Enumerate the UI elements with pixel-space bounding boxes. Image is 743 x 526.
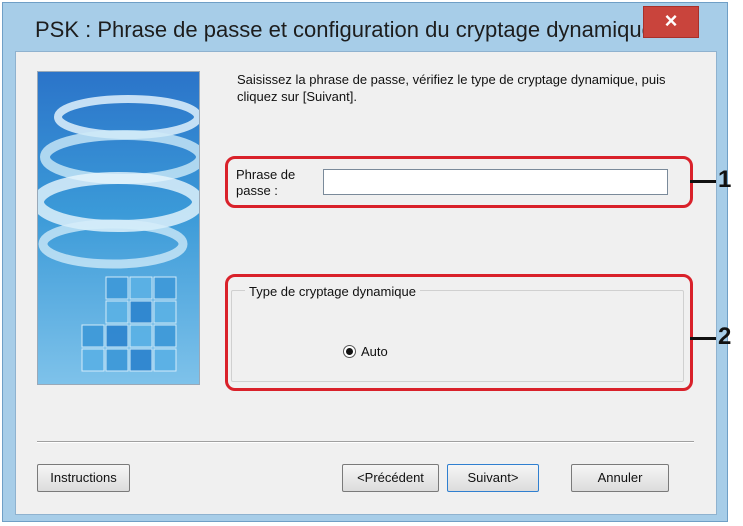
instructions-button[interactable]: Instructions — [37, 464, 130, 492]
next-button[interactable]: Suivant> — [447, 464, 539, 492]
encryption-type-group — [231, 290, 684, 382]
instruction-text: Saisissez la phrase de passe, vérifiez l… — [237, 72, 666, 104]
network-illustration-image — [37, 71, 200, 385]
callout-2-leader-line — [690, 337, 716, 340]
callout-1-leader-line — [690, 180, 716, 183]
dialog-body: Saisissez la phrase de passe, vérifiez l… — [15, 51, 717, 515]
callout-number-2: 2 — [718, 323, 732, 350]
auto-radio-label[interactable]: Auto — [361, 344, 388, 359]
passphrase-label: Phrase de passe : — [236, 167, 296, 198]
encryption-type-group-label: Type de cryptage dynamique — [245, 284, 420, 299]
title-bar: PSK : Phrase de passe et configuration d… — [3, 3, 727, 53]
previous-button[interactable]: <Précédent — [342, 464, 439, 492]
auto-radio-option[interactable]: Auto — [343, 344, 388, 359]
callout-number-1: 1 — [718, 166, 732, 193]
button-separator — [37, 441, 694, 443]
dialog-window: PSK : Phrase de passe et configuration d… — [2, 2, 728, 522]
close-button[interactable]: × — [643, 6, 699, 38]
radio-selected-icon[interactable] — [343, 345, 356, 358]
cancel-button[interactable]: Annuler — [571, 464, 669, 492]
window-title: PSK : Phrase de passe et configuration d… — [35, 17, 654, 42]
passphrase-input[interactable] — [323, 169, 668, 195]
